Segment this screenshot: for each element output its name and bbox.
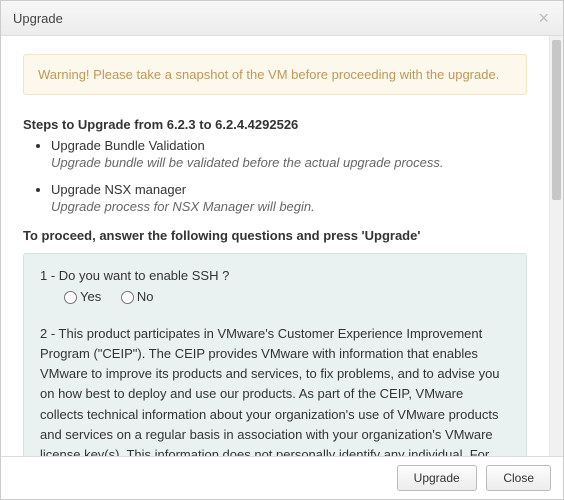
close-icon[interactable]: × — [536, 9, 551, 27]
scrollbar[interactable] — [549, 36, 563, 456]
steps-heading: Steps to Upgrade from 6.2.3 to 6.2.4.429… — [23, 117, 527, 132]
steps-list: Upgrade Bundle Validation Upgrade bundle… — [51, 138, 527, 214]
ssh-no-radio[interactable] — [121, 291, 134, 304]
modal-footer: Upgrade Close — [1, 456, 563, 499]
ssh-yes-text: Yes — [80, 289, 101, 304]
modal-body: Warning! Please take a snapshot of the V… — [1, 36, 549, 456]
modal-title: Upgrade — [13, 11, 63, 26]
question-1-radios: Yes No — [64, 289, 510, 304]
ssh-yes-radio[interactable] — [64, 291, 77, 304]
upgrade-button[interactable]: Upgrade — [397, 465, 477, 491]
ssh-no-label[interactable]: No — [121, 289, 154, 304]
proceed-heading: To proceed, answer the following questio… — [23, 228, 527, 243]
list-item: Upgrade NSX manager Upgrade process for … — [51, 182, 527, 214]
modal-header: Upgrade × — [1, 1, 563, 36]
step-desc: Upgrade bundle will be validated before … — [51, 155, 527, 170]
modal-body-wrap: Warning! Please take a snapshot of the V… — [1, 36, 563, 456]
warning-alert: Warning! Please take a snapshot of the V… — [23, 54, 527, 95]
step-title: Upgrade NSX manager — [51, 182, 527, 197]
question-box: 1 - Do you want to enable SSH ? Yes No 2… — [23, 253, 527, 456]
scrollbar-thumb[interactable] — [552, 40, 561, 200]
list-item: Upgrade Bundle Validation Upgrade bundle… — [51, 138, 527, 170]
upgrade-modal: Upgrade × Warning! Please take a snapsho… — [0, 0, 564, 500]
ssh-yes-label[interactable]: Yes — [64, 289, 105, 304]
step-title: Upgrade Bundle Validation — [51, 138, 527, 153]
step-desc: Upgrade process for NSX Manager will beg… — [51, 199, 527, 214]
close-button[interactable]: Close — [486, 465, 551, 491]
ssh-no-text: No — [137, 289, 154, 304]
warning-text: Warning! Please take a snapshot of the V… — [38, 67, 499, 82]
question-2-text: 2 - This product participates in VMware'… — [40, 324, 510, 456]
question-1-label: 1 - Do you want to enable SSH ? — [40, 268, 510, 283]
